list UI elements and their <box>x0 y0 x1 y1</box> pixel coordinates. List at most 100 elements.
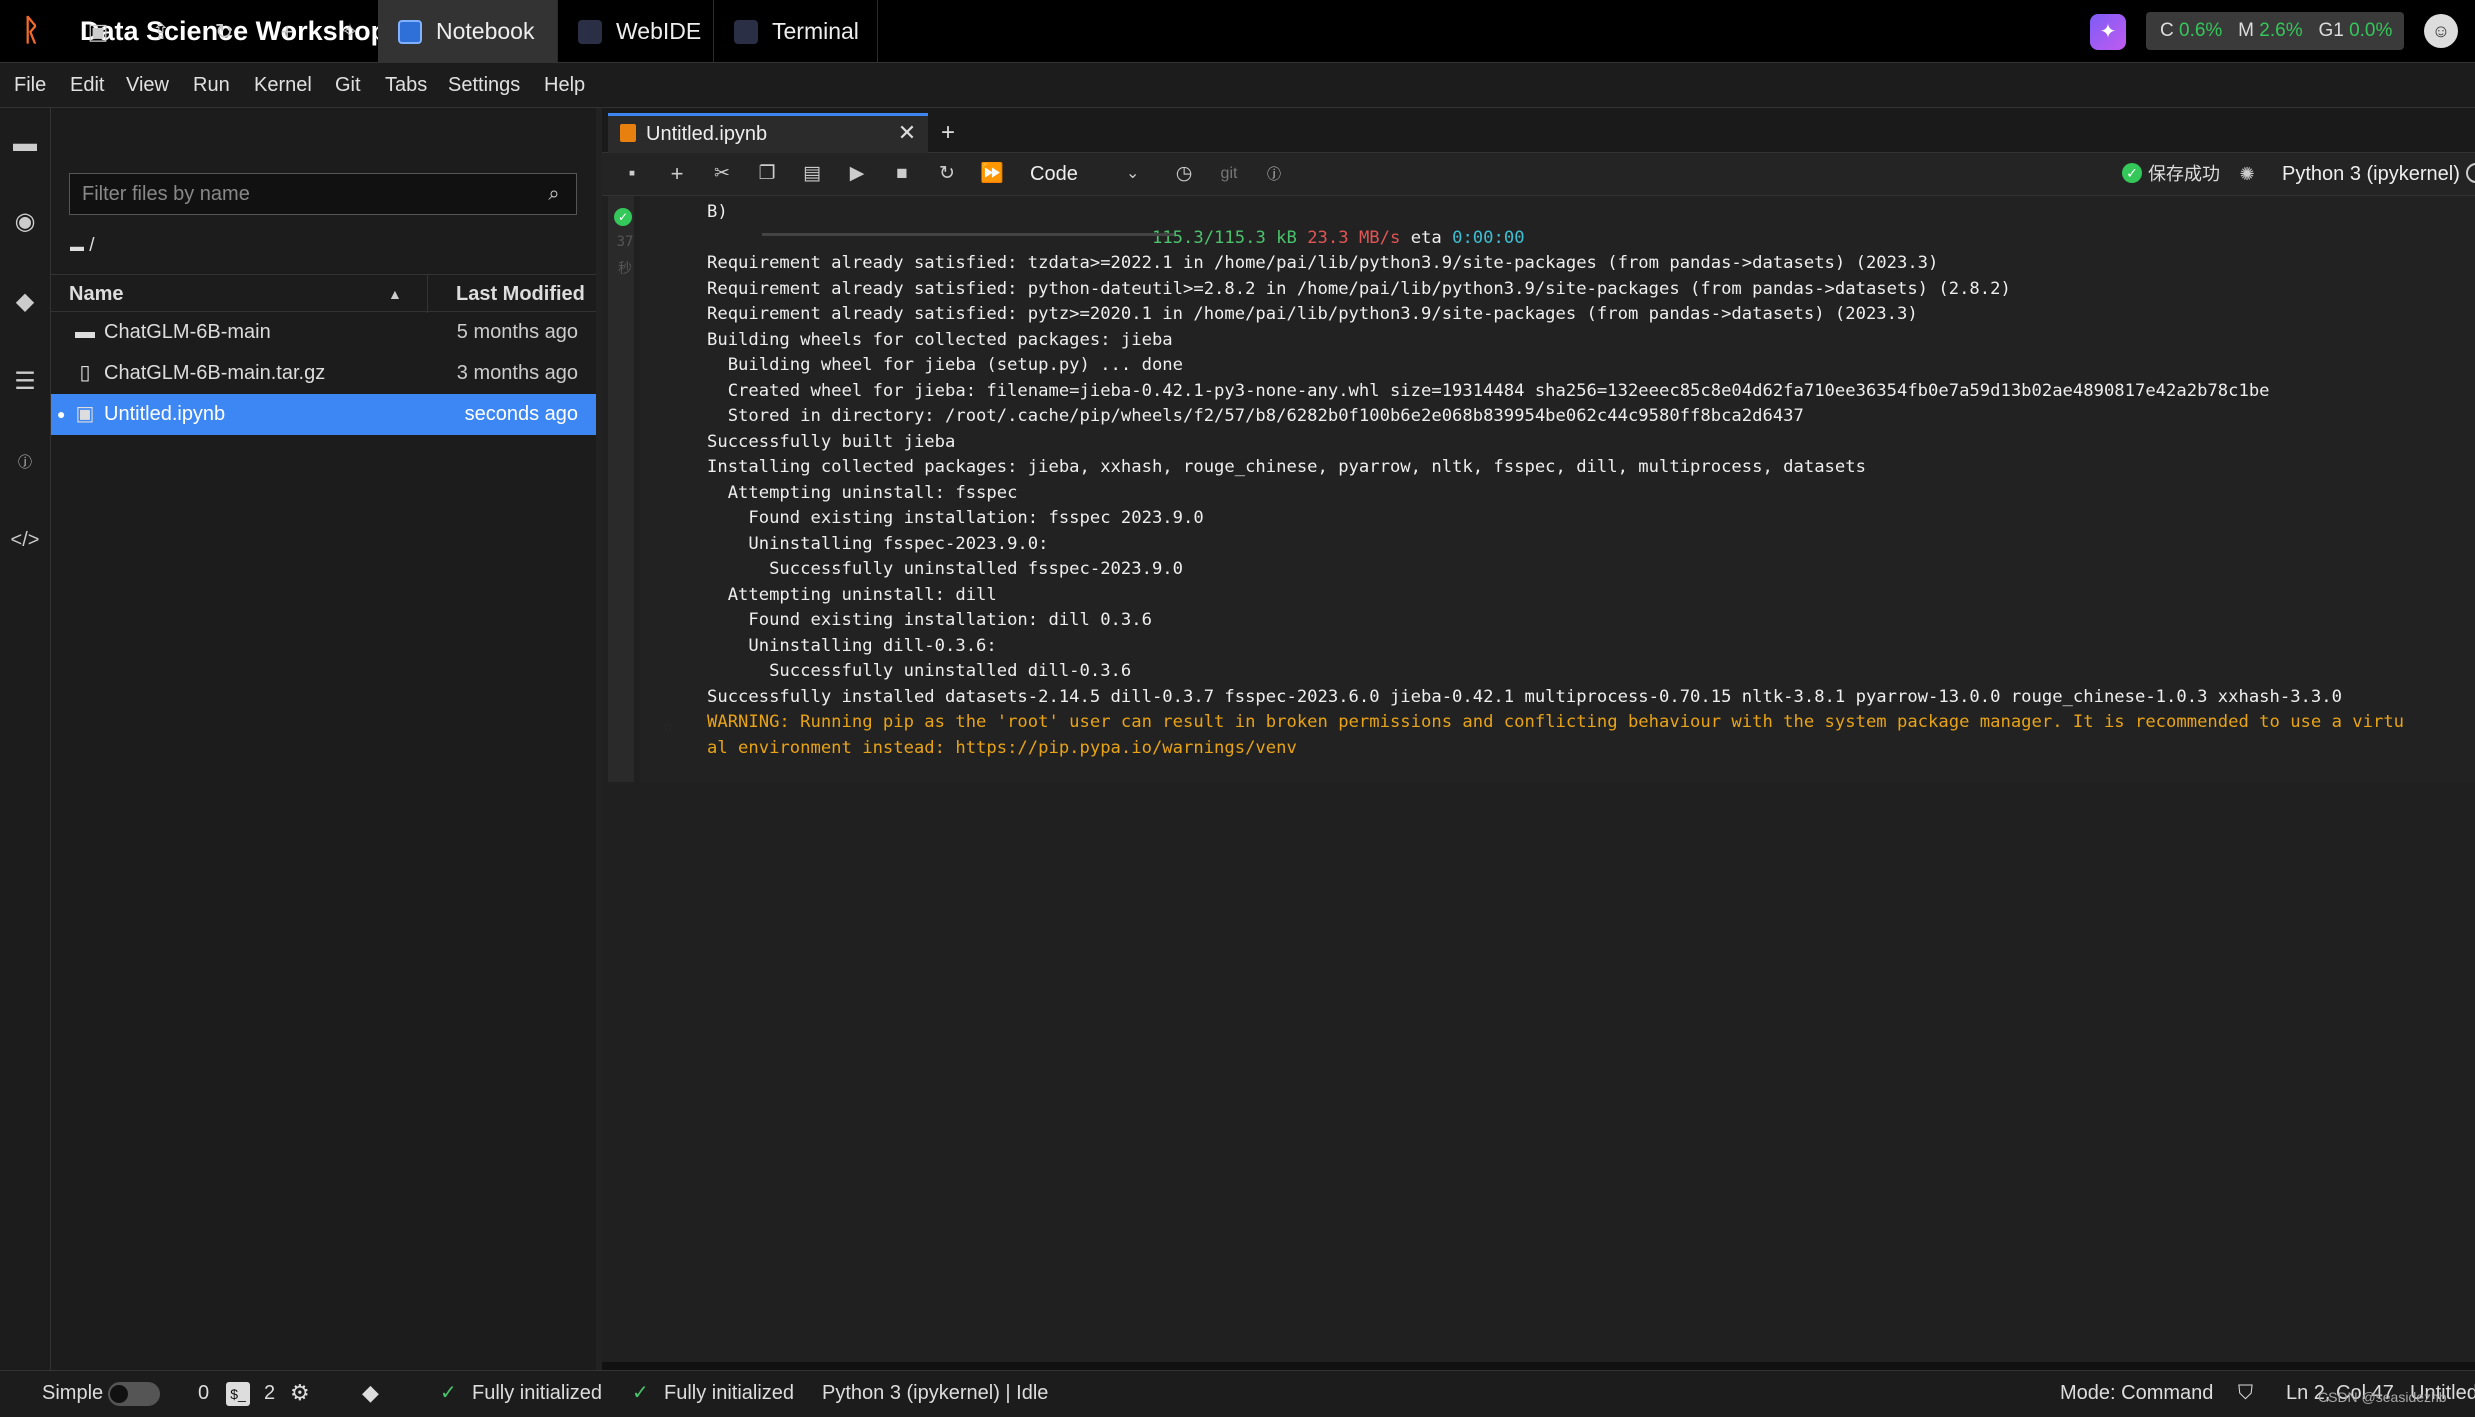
gpu-label: G1 <box>2318 20 2344 41</box>
copy-icon[interactable]: ❐ <box>751 158 783 190</box>
kernel-status[interactable]: Python 3 (ipykernel) | Idle <box>822 1370 1048 1416</box>
top-tab-terminal[interactable]: Terminal <box>714 0 878 62</box>
menu-git[interactable]: Git <box>335 63 361 107</box>
init-status-1[interactable]: Fully initialized <box>472 1370 602 1416</box>
output-line: Uninstalling dill-0.3.6: <box>707 635 997 656</box>
output-line: B) <box>707 202 728 222</box>
output-line: Successfully installed datasets-2.14.5 d… <box>707 686 2342 707</box>
output-line: Stored in directory: /root/.cache/pip/wh… <box>707 406 1804 426</box>
clock-icon[interactable]: ◷ <box>1168 158 1200 190</box>
kernel-selector[interactable]: Python 3 (ipykernel) <box>2282 158 2460 190</box>
cell-exec-time: 秒 <box>618 261 632 277</box>
resource-monitor[interactable]: C 0.6% M 2.6% G1 0.0% <box>2146 12 2404 50</box>
output-line: Created wheel for jieba: filename=jieba-… <box>707 380 2270 401</box>
file-name: ChatGLM-6B-main.tar.gz <box>104 362 326 384</box>
menu-help[interactable]: Help <box>544 63 585 107</box>
file-modified: seconds ago <box>464 403 578 425</box>
menu-file[interactable]: File <box>14 63 46 107</box>
save-icon[interactable]: ▪ <box>616 158 648 190</box>
folder-icon: ▬ <box>70 238 84 254</box>
output-line: Successfully built jieba <box>707 431 956 452</box>
output-line: Requirement already satisfied: pytz>=202… <box>707 304 1918 324</box>
kernel-chip-icon: ⚙ <box>290 1380 310 1405</box>
output-line: Attempting uninstall: fsspec <box>707 482 1018 503</box>
menu-settings[interactable]: Settings <box>448 63 520 107</box>
running-icon[interactable]: ◉ <box>0 200 50 244</box>
new-file-icon[interactable]: + <box>269 14 305 50</box>
warning-line: WARNING: Running pip as the 'root' user … <box>707 712 2405 732</box>
sort-ascending-icon: ▲ <box>388 286 402 302</box>
file-row-chatglm-tar[interactable]: ▯ ChatGLM-6B-main.tar.gz 3 months ago <box>51 353 596 394</box>
output-text: B) 115.3/115.3 kB 23.3 MB/s eta 0:00:00 … <box>707 200 2404 761</box>
menu-edit[interactable]: Edit <box>70 63 104 107</box>
file-modified: 5 months ago <box>456 321 578 343</box>
cell-success-icon: ✓ <box>614 208 632 226</box>
cpu-label: C <box>2160 20 2174 41</box>
gpu-value: 0.0% <box>2349 20 2393 41</box>
refresh-icon[interactable]: ↻ <box>206 14 242 50</box>
shield-icon[interactable]: ⛉ <box>2238 1370 2253 1416</box>
restart-icon[interactable]: ↻ <box>931 158 963 190</box>
output-line: Found existing installation: dill 0.3.6 <box>707 610 1152 630</box>
kernel-count[interactable]: 2 <box>264 1370 275 1416</box>
output-line: Requirement already satisfied: python-da… <box>707 278 2011 299</box>
ai-assistant-icon[interactable]: ✦ <box>2090 14 2126 50</box>
webide-icon <box>578 20 602 44</box>
folder-icon[interactable]: ▬ <box>0 122 50 166</box>
menu-run[interactable]: Run <box>193 63 230 107</box>
stop-icon[interactable]: ■ <box>886 158 918 190</box>
lsp-icon: ✓ <box>440 1382 457 1404</box>
new-tab-icon[interactable]: + <box>932 118 964 148</box>
progress-speed: 23.3 MB/s <box>1307 227 1401 248</box>
run-icon[interactable]: ▶ <box>841 158 873 190</box>
init-status-2[interactable]: Fully initialized <box>664 1370 794 1416</box>
filter-files-input[interactable]: Filter files by name <box>69 173 577 215</box>
file-row-untitled-notebook[interactable]: ● ▣ Untitled.ipynb seconds ago <box>51 394 596 435</box>
top-tab-label: Terminal <box>772 18 859 44</box>
insert-cell-icon[interactable]: + <box>661 158 693 190</box>
notebook-tab[interactable]: Untitled.ipynb <box>608 113 928 153</box>
menu-tabs[interactable]: Tabs <box>385 63 427 107</box>
name-column-header[interactable]: Name <box>69 275 123 313</box>
output-line: Building wheel for jieba (setup.py) ... … <box>707 355 1183 375</box>
paste-icon[interactable]: ▤ <box>796 158 828 190</box>
modified-column-header[interactable]: Last Modified <box>456 275 585 313</box>
table-of-contents-icon[interactable]: ☰ <box>0 360 50 404</box>
close-icon[interactable]: ✕ <box>894 118 920 148</box>
user-avatar[interactable]: ☺ <box>2424 14 2458 48</box>
git-icon[interactable]: ◆ <box>0 280 50 324</box>
cell-gutter[interactable] <box>608 196 634 782</box>
notebook-icon: ▣ <box>75 403 95 425</box>
brand-logo-icon[interactable]: ᚱ <box>14 14 48 48</box>
open-indicator-icon: ● <box>57 406 66 422</box>
file-row-chatglm-folder[interactable]: ▬ ChatGLM-6B-main 5 months ago <box>51 312 596 353</box>
menu-bar <box>0 63 2475 108</box>
bug-icon[interactable]: ✺ <box>2234 158 2260 190</box>
output-line: Successfully uninstalled dill-0.3.6 <box>707 661 1132 681</box>
job-icon[interactable]: ⓙ <box>1258 158 1290 190</box>
git-icon[interactable]: ◆ <box>362 1370 379 1416</box>
editor-mode[interactable]: Mode: Command <box>2060 1370 2213 1416</box>
folder-icon: ▬ <box>75 321 95 343</box>
terminal-count[interactable]: 0 <box>198 1370 209 1416</box>
notebook-icon <box>398 20 422 44</box>
top-tab-notebook[interactable]: Notebook <box>378 0 558 62</box>
file-icon: ▯ <box>79 362 91 384</box>
warning-line: al environment instead: https://pip.pypa… <box>707 737 1297 758</box>
git-diff-button[interactable]: git <box>1213 158 1245 190</box>
menu-view[interactable]: View <box>126 63 169 107</box>
column-divider <box>427 275 428 313</box>
code-icon[interactable]: </> <box>0 518 50 562</box>
upload-icon[interactable]: ⇪ <box>143 14 179 50</box>
simple-mode-label: Simple <box>42 1382 104 1404</box>
cell-exec-count: 37 <box>616 234 634 250</box>
top-tab-webide[interactable]: WebIDE <box>558 0 714 62</box>
output-line: Successfully uninstalled fsspec-2023.9.0 <box>707 559 1183 579</box>
cut-icon[interactable]: ✂ <box>706 158 738 190</box>
run-all-icon[interactable]: ⏩ <box>976 158 1008 190</box>
git-clone-icon[interactable]: ✧ <box>332 14 368 50</box>
menu-kernel[interactable]: Kernel <box>254 63 312 107</box>
job-icon[interactable]: ⓙ <box>0 440 50 484</box>
new-folder-icon[interactable]: ▣ <box>80 14 116 50</box>
breadcrumb[interactable]: ▬ / <box>70 232 95 260</box>
